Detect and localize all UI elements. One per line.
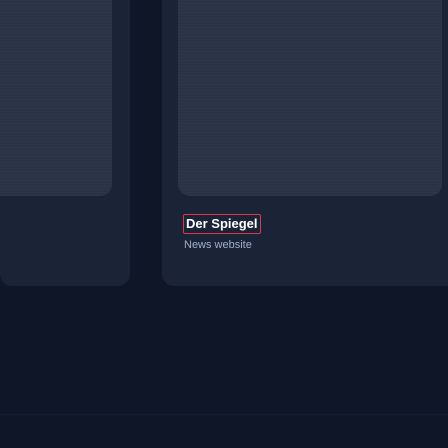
- section-divider: [0, 414, 448, 415]
- result-thumbnail-der-spiegel[interactable]: [178, 0, 442, 196]
- result-title[interactable]: Der Spiegel: [183, 214, 261, 234]
- result-thumbnail-left[interactable]: [0, 0, 112, 196]
- results-page: Der Spiegel News website: [0, 0, 448, 448]
- result-subtitle: News website: [184, 239, 252, 251]
